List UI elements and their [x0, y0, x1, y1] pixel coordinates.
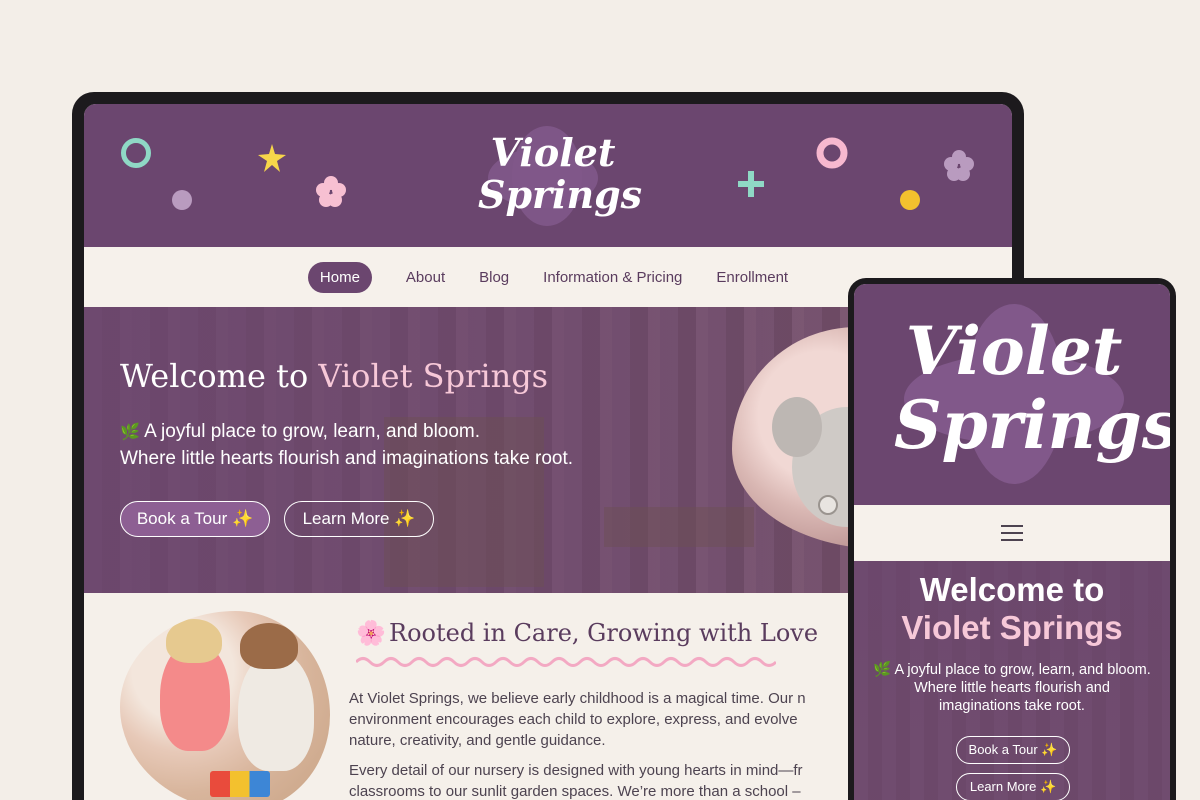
mobile-logo-line-2: Springs [894, 386, 1170, 464]
site-header: Violet Springs [84, 104, 1012, 247]
child-hair [240, 623, 298, 669]
ring-deco-icon [121, 138, 151, 168]
mobile-book-tour-button[interactable]: Book a Tour ✨ [956, 736, 1070, 764]
nav-information-pricing[interactable]: Information & Pricing [543, 269, 682, 286]
star-deco-icon [258, 144, 286, 172]
children-playing-photo [120, 611, 330, 800]
plus-deco-icon [738, 171, 764, 197]
flower-lilac-deco-icon [944, 150, 974, 181]
text-line: environment encourages each child to exp… [349, 711, 798, 728]
learn-more-button[interactable]: Learn More ✨ [284, 501, 434, 537]
mobile-nav [854, 505, 1170, 561]
mobile-screen: Violet Springs Welcome to Violet Springs… [854, 284, 1170, 800]
mobile-header: Violet Springs [854, 284, 1170, 505]
hero-tagline: 🌿 A joyful place to grow, learn, and blo… [120, 419, 573, 472]
section-title: Rooted in Care, Growing with Love [389, 619, 819, 647]
flower-icon: 🌸 [356, 619, 386, 647]
plush-toy-ear [772, 397, 822, 457]
dot-yellow-deco-icon [900, 190, 920, 210]
text-line: Where little hearts flourish and [914, 680, 1110, 696]
ring-pink-deco-icon [816, 137, 848, 169]
book-tour-button[interactable]: Book a Tour ✨ [120, 501, 270, 537]
nav-enrollment[interactable]: Enrollment [716, 269, 788, 286]
hero-tagline-line-1: A joyful place to grow, learn, and bloom… [144, 421, 481, 442]
child-figure-boy [238, 651, 314, 771]
hero-tagline-line-2: Where little hearts flourish and imagina… [120, 448, 574, 469]
mobile-logo-line-1: Violet [905, 312, 1123, 390]
mobile-hero-tagline: 🌿 A joyful place to grow, learn, and blo… [854, 661, 1170, 715]
site-logo[interactable]: Violet Springs [478, 118, 643, 238]
wavy-underline [356, 657, 776, 667]
text-line: 🌿 A joyful place to grow, learn, and blo… [873, 662, 1151, 678]
about-paragraph-2: Every detail of our nursery is designed … [349, 760, 869, 800]
logo-line-1: Violet [490, 130, 616, 175]
button-eye-icon [818, 495, 838, 515]
dot-deco-icon [172, 190, 192, 210]
toy-blocks [210, 771, 270, 797]
text-line: Every detail of our nursery is designed … [349, 762, 803, 779]
mobile-hero-title-line-2: Violet Springs [901, 609, 1123, 646]
text-line: nature, creativity, and gentle guidance. [349, 732, 606, 749]
hero-title: Welcome to Violet Springs [120, 357, 548, 395]
nav-home[interactable]: Home [307, 261, 372, 293]
about-paragraph-1: At Violet Springs, we believe early chil… [349, 688, 869, 751]
logo-line-2: Springs [478, 172, 643, 217]
mobile-logo[interactable]: Violet Springs [894, 304, 1170, 494]
hero-title-highlight: Violet Springs [318, 357, 549, 395]
mobile-device-frame: Violet Springs Welcome to Violet Springs… [848, 278, 1176, 800]
mobile-learn-more-button[interactable]: Learn More ✨ [956, 773, 1070, 800]
child-hair [166, 619, 222, 663]
text-line: classrooms to our sunlit garden spaces. … [349, 783, 801, 800]
mobile-hero: Welcome to Violet Springs 🌿 A joyful pla… [854, 561, 1170, 800]
classroom-table-bg [604, 507, 754, 547]
text-line: imaginations take root. [939, 698, 1085, 714]
mobile-hero-title-line-1: Welcome to [919, 571, 1105, 608]
hero-title-prefix: Welcome to [120, 357, 309, 395]
hamburger-menu-icon[interactable] [1001, 525, 1023, 541]
flower-deco-icon [316, 176, 346, 207]
nav-blog[interactable]: Blog [479, 269, 509, 286]
leaf-icon: 🌿 [120, 424, 140, 441]
nav-about[interactable]: About [406, 269, 445, 286]
text-line: At Violet Springs, we believe early chil… [349, 690, 806, 707]
